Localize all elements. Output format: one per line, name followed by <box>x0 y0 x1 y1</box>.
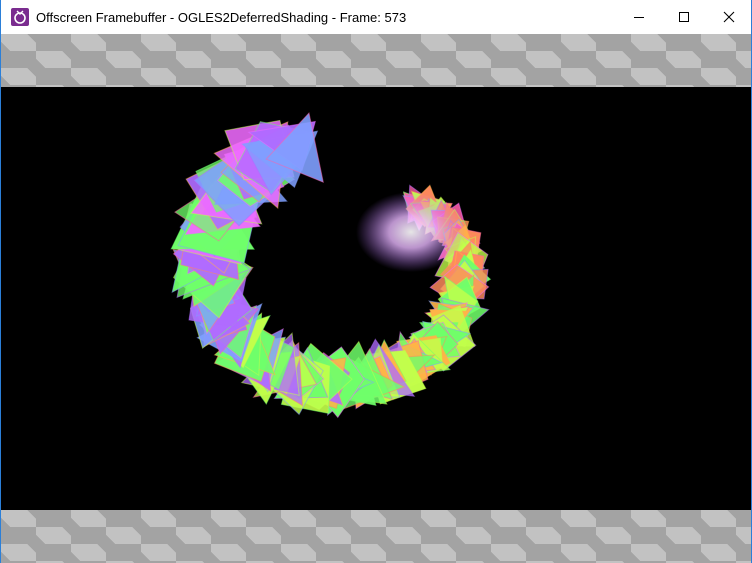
close-button[interactable] <box>706 0 751 34</box>
window-title: Offscreen Framebuffer - OGLES2DeferredSh… <box>36 9 407 25</box>
app-icon <box>11 8 29 26</box>
checkerboard-bottom <box>1 510 751 563</box>
app-window: Offscreen Framebuffer - OGLES2DeferredSh… <box>0 0 752 563</box>
title-bar[interactable]: Offscreen Framebuffer - OGLES2DeferredSh… <box>1 0 751 34</box>
close-icon <box>723 11 734 23</box>
minimize-icon <box>633 17 644 18</box>
minimize-button[interactable] <box>616 0 661 34</box>
render-viewport[interactable] <box>1 87 751 510</box>
maximize-icon <box>678 12 689 22</box>
maximize-button[interactable] <box>661 0 706 34</box>
spiral-core-glow <box>356 192 466 272</box>
window-controls <box>616 0 751 34</box>
checkerboard-top <box>1 34 751 87</box>
rendered-spiral-scene <box>170 111 492 419</box>
